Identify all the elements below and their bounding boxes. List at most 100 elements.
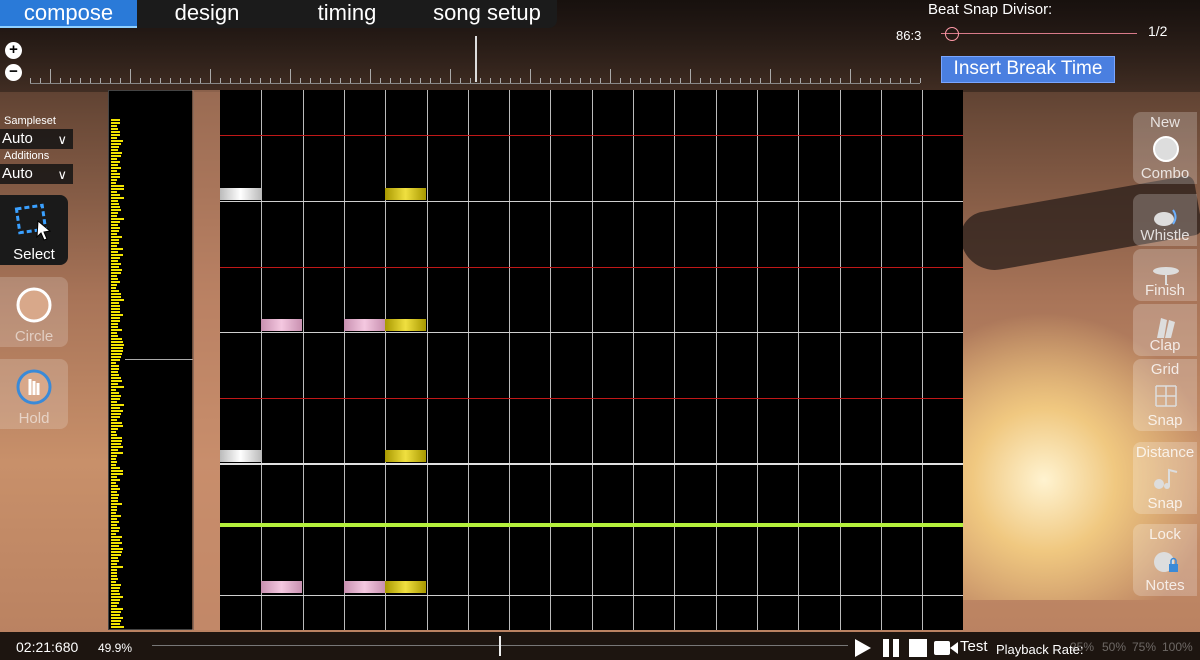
hit-note[interactable] bbox=[385, 319, 426, 331]
current-time: 02:21:680 bbox=[16, 639, 79, 655]
tool-hold-label: Hold bbox=[18, 410, 50, 427]
ruler-tick bbox=[220, 78, 221, 83]
density-bar bbox=[111, 500, 118, 502]
additions-dropdown[interactable]: Auto ∨ bbox=[0, 164, 73, 184]
hit-note[interactable] bbox=[344, 581, 385, 593]
play-icon[interactable] bbox=[852, 637, 874, 659]
pause-icon[interactable] bbox=[880, 637, 902, 659]
density-bar bbox=[111, 497, 118, 499]
rate-100[interactable]: 100% bbox=[1162, 640, 1193, 654]
tool-select[interactable]: Select bbox=[0, 195, 68, 265]
ruler-tick bbox=[200, 78, 201, 83]
density-bar bbox=[111, 602, 119, 604]
density-bar bbox=[111, 272, 121, 274]
hit-note[interactable] bbox=[344, 319, 385, 331]
density-bar bbox=[111, 353, 122, 355]
toggle-finish[interactable]: Finish bbox=[1133, 249, 1197, 301]
toggle-combo-new[interactable]: New Combo bbox=[1133, 112, 1197, 184]
grid-column-line bbox=[592, 90, 593, 630]
density-bar bbox=[111, 173, 120, 175]
density-bar bbox=[111, 584, 121, 586]
density-bar bbox=[111, 530, 119, 532]
ruler-tick bbox=[420, 78, 421, 83]
density-bar bbox=[111, 464, 116, 466]
ruler-tick bbox=[880, 78, 881, 83]
toggle-notes-lock[interactable]: Lock Notes bbox=[1133, 524, 1197, 596]
beat-snap-title: Beat Snap Divisor: bbox=[928, 1, 1053, 18]
density-bar bbox=[111, 548, 123, 550]
insert-break-button[interactable]: Insert Break Time bbox=[941, 56, 1115, 83]
density-bar bbox=[111, 512, 116, 514]
grid-column-line bbox=[716, 90, 717, 630]
hit-note[interactable] bbox=[261, 319, 302, 331]
ruler-tick bbox=[810, 78, 811, 83]
scrubber-marker[interactable] bbox=[499, 636, 501, 656]
density-overview[interactable] bbox=[108, 90, 194, 630]
rate-25[interactable]: 25% bbox=[1070, 640, 1094, 654]
chevron-down-icon: ∨ bbox=[57, 132, 67, 147]
density-bar bbox=[111, 191, 117, 193]
toggle-snap-distance[interactable]: Distance Snap bbox=[1133, 442, 1197, 514]
ruler-tick bbox=[360, 78, 361, 83]
ruler-tick bbox=[680, 78, 681, 83]
density-bar bbox=[111, 206, 120, 208]
density-position-line bbox=[125, 359, 193, 360]
density-bar bbox=[111, 494, 119, 496]
grid-column-line bbox=[881, 90, 882, 630]
grid-column-line bbox=[468, 90, 469, 630]
density-bar bbox=[111, 488, 120, 490]
toggle-clap[interactable]: Clap bbox=[1133, 304, 1197, 356]
density-bar bbox=[111, 626, 124, 628]
grid-column-line bbox=[840, 90, 841, 630]
hit-note[interactable] bbox=[261, 581, 302, 593]
density-bar bbox=[111, 119, 120, 121]
slider-thumb[interactable] bbox=[945, 27, 959, 41]
ruler-tick bbox=[530, 69, 531, 83]
ruler-tick bbox=[150, 78, 151, 83]
density-bar bbox=[111, 458, 116, 460]
hit-note[interactable] bbox=[385, 450, 426, 462]
test-button[interactable]: Test bbox=[960, 638, 988, 655]
density-bar bbox=[111, 140, 123, 142]
tab-timing[interactable]: timing bbox=[277, 0, 417, 28]
tool-circle[interactable]: Circle bbox=[0, 277, 68, 347]
toggle-snap-grid[interactable]: Grid Snap bbox=[1133, 359, 1197, 431]
density-bar bbox=[111, 380, 122, 382]
density-bar bbox=[111, 515, 121, 517]
tool-hold[interactable]: Hold bbox=[0, 359, 68, 429]
density-bar bbox=[111, 608, 123, 610]
grid-column-line bbox=[344, 90, 345, 630]
zoom-out-button[interactable]: − bbox=[5, 64, 22, 81]
density-bar bbox=[111, 122, 120, 124]
density-bar bbox=[111, 461, 117, 463]
density-bar bbox=[111, 362, 116, 364]
ruler-tick bbox=[320, 78, 321, 83]
rate-50[interactable]: 50% bbox=[1102, 640, 1126, 654]
mania-editor-grid[interactable] bbox=[220, 90, 963, 630]
density-bar bbox=[111, 407, 120, 409]
sampleset-dropdown[interactable]: Auto ∨ bbox=[0, 129, 73, 149]
zoom-in-button[interactable]: + bbox=[5, 42, 22, 59]
test-camera-icon[interactable] bbox=[933, 637, 959, 659]
beat-snap-slider[interactable] bbox=[941, 27, 1137, 41]
ruler-tick bbox=[480, 78, 481, 83]
density-bar bbox=[111, 263, 121, 265]
density-bar bbox=[111, 428, 118, 430]
tab-design[interactable]: design bbox=[137, 0, 277, 28]
new-combo-icon bbox=[1153, 136, 1179, 162]
toggle-whistle[interactable]: Whistle bbox=[1133, 194, 1197, 246]
density-bar bbox=[111, 599, 120, 601]
density-bar bbox=[111, 374, 119, 376]
hit-note[interactable] bbox=[385, 188, 426, 200]
hit-note[interactable] bbox=[220, 450, 261, 462]
density-bar bbox=[111, 281, 120, 283]
density-bar bbox=[111, 533, 116, 535]
hit-note[interactable] bbox=[220, 188, 261, 200]
hit-note[interactable] bbox=[385, 581, 426, 593]
rate-75[interactable]: 75% bbox=[1132, 640, 1156, 654]
hold-icon bbox=[16, 369, 52, 405]
density-bar bbox=[111, 143, 121, 145]
tab-compose[interactable]: compose bbox=[0, 0, 137, 28]
tab-song-setup[interactable]: song setup bbox=[417, 0, 557, 28]
stop-icon[interactable] bbox=[907, 637, 929, 659]
